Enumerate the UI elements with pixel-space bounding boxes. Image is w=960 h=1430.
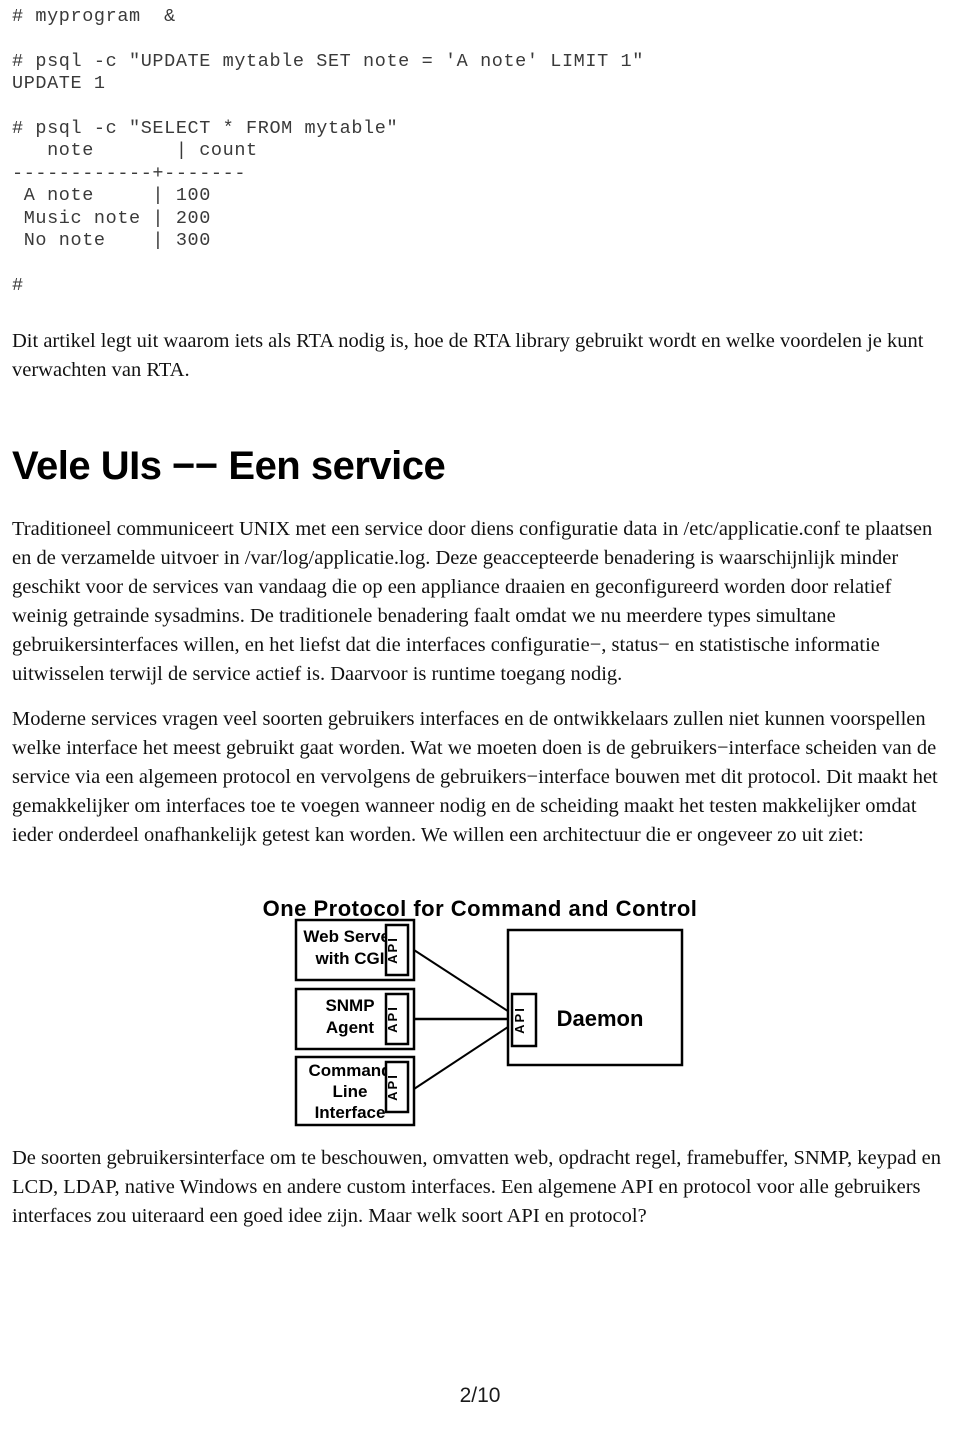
section-paragraph-1: Traditioneel communiceert UNIX met een s…: [12, 518, 933, 685]
closing-paragraph: De soorten gebruikersinterface om te bes…: [12, 1147, 941, 1227]
connector-lines: [413, 949, 521, 1090]
section-heading: Vele UIs −− Een service: [12, 444, 446, 488]
api-port-label: API: [385, 1005, 400, 1033]
figure-box-label: SNMP: [325, 996, 374, 1015]
intro-paragraph: Dit artikel legt uit waarom iets als RTA…: [12, 330, 924, 381]
terminal-line: Music note | 200: [12, 207, 211, 229]
api-port-label: API: [385, 1073, 400, 1101]
figure-box-label: Command: [308, 1061, 391, 1080]
section-paragraph-2: Moderne services vragen veel soorten geb…: [12, 708, 938, 846]
figure-box-label: with CGI: [315, 949, 385, 968]
figure-box-web-server: Web Server with CGI API: [294, 918, 416, 982]
api-port-label: API: [512, 1006, 527, 1034]
architecture-figure: One Protocol for Command and Control Web…: [0, 884, 960, 1144]
figure-box-command-line-interface: Command Line Interface API: [294, 1055, 416, 1127]
document-page: # myprogram & # psql -c "UPDATE mytable S…: [0, 0, 960, 1430]
terminal-line: # psql -c "UPDATE mytable SET note = 'A …: [12, 50, 644, 72]
architecture-diagram-svg: One Protocol for Command and Control Web…: [263, 896, 698, 1127]
figure-box-label: Interface: [315, 1103, 386, 1122]
figure-box-label: Web Server: [303, 927, 397, 946]
terminal-line: ------------+-------: [12, 162, 247, 184]
terminal-line: # myprogram &: [12, 6, 176, 27]
terminal-code-block: # myprogram & # psql -c "UPDATE mytable S…: [12, 0, 948, 297]
terminal-prompt-line: #: [12, 274, 24, 296]
terminal-line: UPDATE 1: [12, 73, 106, 94]
figure-box-label: Line: [333, 1082, 368, 1101]
terminal-line: # psql -c "SELECT * FROM mytable": [12, 117, 399, 139]
terminal-line: A note | 100: [12, 185, 211, 206]
connector-web-server: [413, 949, 521, 1020]
page-number: 2/10: [459, 1384, 501, 1407]
api-port-label: API: [385, 936, 400, 964]
terminal-line: note | count: [12, 140, 258, 161]
terminal-line: No note | 300: [12, 230, 211, 251]
daemon-label: Daemon: [557, 1006, 644, 1031]
figure-box-snmp-agent: SNMP Agent API: [294, 987, 416, 1051]
figure-box-label: Agent: [326, 1018, 375, 1037]
figure-title: One Protocol for Command and Control: [263, 896, 698, 921]
figure-box-daemon: API Daemon: [506, 928, 684, 1067]
connector-command-line: [413, 1018, 521, 1090]
